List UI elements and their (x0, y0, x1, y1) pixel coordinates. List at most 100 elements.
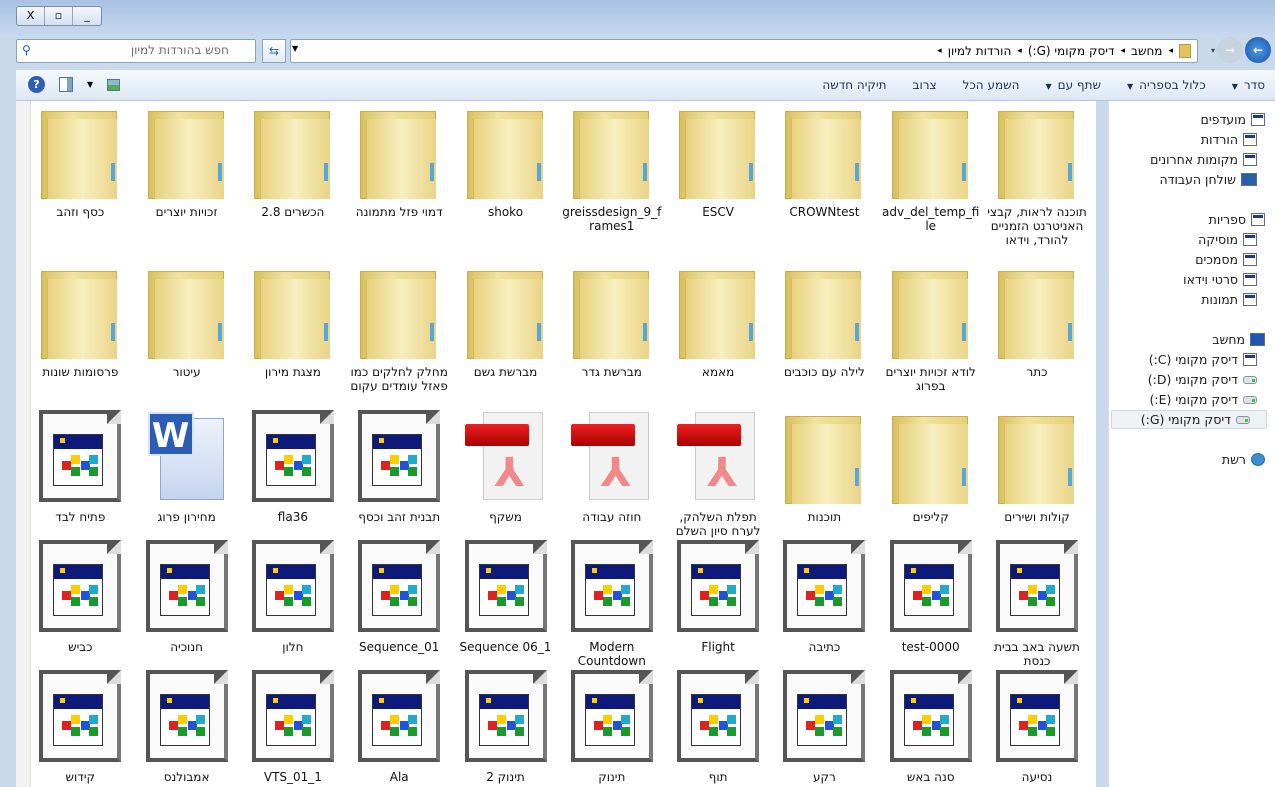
folder-item[interactable]: מברשת גדר (560, 265, 664, 379)
file-item[interactable]: תבנית זהב וכסף (347, 410, 451, 524)
folder-item[interactable]: shoko (454, 105, 558, 219)
folder-icon (677, 105, 759, 201)
sidebar-item-desktop[interactable]: שולחן העבודה (1159, 172, 1257, 187)
preview-pane-button[interactable] (59, 77, 73, 92)
file-item[interactable]: תשעה באב בבית כנסת (985, 540, 1089, 668)
play-all-button[interactable]: השמע הכל (963, 78, 1020, 92)
folder-item[interactable]: מצגת מירון (241, 265, 345, 379)
folder-item[interactable]: הכשרים 2.8 (241, 105, 345, 219)
folder-item[interactable]: מברשת גשם (454, 265, 558, 379)
file-item[interactable]: ⅄ חוזה עבודה (560, 410, 664, 524)
file-item[interactable]: ⅄ משקף (454, 410, 558, 524)
file-item[interactable]: קידוש (28, 670, 132, 784)
folder-item[interactable]: פרסומות שונות (28, 265, 132, 379)
breadcrumb-computer[interactable]: מחשב (1131, 44, 1162, 58)
sidebar-libraries[interactable]: ספריות (1209, 212, 1265, 227)
help-button[interactable]: ? (28, 76, 45, 93)
burn-button[interactable]: צרוב (913, 78, 937, 92)
folder-item[interactable]: דמוי פזל מתמונה (347, 105, 451, 219)
item-label: תוף (708, 770, 728, 784)
file-item[interactable]: VTS_01_1 (241, 670, 345, 784)
folder-item[interactable]: greissdesign_9_frames1 (560, 105, 664, 233)
address-bar[interactable]: ◂ מחשב ◂ דיסק מקומי (G:) ◂ הורדות למיון … (290, 39, 1198, 63)
file-item[interactable]: W מחירון פרוג (135, 410, 239, 524)
file-item[interactable]: Ala (347, 670, 451, 784)
file-item[interactable]: תוף (666, 670, 770, 784)
file-item[interactable]: תינוק 2 (454, 670, 558, 784)
search-input[interactable]: חפש בהורדות למיון ⚲ (16, 39, 256, 63)
sidebar-label: דיסק מקומי (D:) (1147, 372, 1238, 387)
file-item[interactable]: כביש (28, 540, 132, 654)
drive-icon (1243, 353, 1257, 366)
back-button[interactable]: ← (1245, 37, 1271, 63)
file-item[interactable]: פתיח לבד (28, 410, 132, 524)
folder-item[interactable]: CROWNtest (772, 105, 876, 219)
drive-icon (1236, 415, 1250, 424)
breadcrumb-drive-g[interactable]: דיסק מקומי (G:) (1028, 44, 1115, 58)
folder-item[interactable]: adv_del_temp_file (879, 105, 983, 233)
app-icon (570, 670, 653, 766)
refresh-button[interactable]: ⇆ (262, 39, 286, 63)
sidebar-item-drive-g[interactable]: דיסק מקומי (G:) (1111, 410, 1267, 429)
sidebar-label: דיסק מקומי (C:) (1148, 352, 1238, 367)
folder-item[interactable]: לילה עם כוכבים (772, 265, 876, 379)
minimize-button[interactable]: _ (73, 7, 101, 25)
folder-item[interactable]: כסף וזהב (28, 105, 132, 219)
share-with-button[interactable]: שתף עם ▼ (1045, 78, 1101, 92)
sidebar-item-drive-c[interactable]: דיסק מקומי (C:) (1149, 352, 1257, 367)
folder-item[interactable]: קליפים (879, 410, 983, 524)
sidebar-item-documents[interactable]: מסמכים (1195, 252, 1257, 267)
sidebar-item-pictures[interactable]: תמונות (1201, 292, 1257, 307)
item-label: מברשת גדר (581, 365, 642, 379)
file-item[interactable]: Flight (666, 540, 770, 654)
folder-item[interactable]: כתר (985, 265, 1089, 379)
file-item[interactable]: ⅄ תפלת השלהק, לערח סיון השלם (666, 410, 770, 538)
drive-icon (1243, 395, 1257, 404)
folder-item[interactable]: זכויות יוצרים (135, 105, 239, 219)
address-dropdown-icon[interactable]: ▼ (292, 44, 298, 53)
change-view-icon[interactable] (107, 78, 121, 91)
new-folder-button[interactable]: תיקיה חדשה (822, 78, 886, 92)
file-item[interactable]: Modern Countdown (560, 540, 664, 668)
folder-item[interactable]: תוכנה לראות, קבצי האניטרנט הזמניים להורד… (985, 105, 1089, 247)
organize-button[interactable]: סדר ▼ (1232, 78, 1265, 92)
file-item[interactable]: אמבולנס (135, 670, 239, 784)
sidebar-favorites[interactable]: מועדפים (1201, 112, 1265, 127)
sidebar-item-videos[interactable]: סרטי וידאו (1183, 272, 1257, 287)
recent-pages-dropdown[interactable]: ▾ (1211, 46, 1215, 55)
folder-item[interactable]: לודא זכויות יוצרים בפרוג (879, 265, 983, 393)
folder-item[interactable]: מחלק לחלקים כמו פאזל עומדים עקום (347, 265, 451, 393)
file-item[interactable]: Sequence_01 (347, 540, 451, 654)
forward-button[interactable]: → (1217, 37, 1243, 63)
file-item[interactable]: test-0000 (879, 540, 983, 654)
view-options-dropdown[interactable]: ▼ (87, 80, 93, 89)
folder-item[interactable]: מאמא (666, 265, 770, 379)
sidebar-item-downloads[interactable]: הורדות (1201, 132, 1257, 147)
sidebar-label: מסמכים (1195, 252, 1238, 267)
folder-icon (1179, 44, 1191, 58)
file-item[interactable]: נסיעה (985, 670, 1089, 784)
file-item[interactable]: תינוק (560, 670, 664, 784)
sidebar-item-drive-e[interactable]: דיסק מקומי (E:) (1150, 392, 1257, 407)
file-item[interactable]: Sequence 06_1 (454, 540, 558, 654)
app-icon (464, 670, 547, 766)
maximize-button[interactable]: ▫ (45, 7, 73, 25)
sidebar-computer[interactable]: מחשב (1212, 332, 1265, 347)
sidebar-item-drive-d[interactable]: דיסק מקומי (D:) (1148, 372, 1257, 387)
include-in-library-button[interactable]: כלול בספריה ▼ (1127, 78, 1206, 92)
sidebar-item-music[interactable]: מוסיקה (1198, 232, 1257, 247)
file-item[interactable]: fla36 (241, 410, 345, 524)
file-item[interactable]: כתיבה (772, 540, 876, 654)
sidebar-network[interactable]: רשת (1222, 452, 1265, 467)
sidebar-item-recent-places[interactable]: מקומות אחרונים (1150, 152, 1257, 167)
file-item[interactable]: סנה באש (879, 670, 983, 784)
breadcrumb-current-folder[interactable]: הורדות למיון (948, 44, 1012, 58)
file-item[interactable]: רקע (772, 670, 876, 784)
file-item[interactable]: חלון (241, 540, 345, 654)
folder-item[interactable]: עיטור (135, 265, 239, 379)
folder-item[interactable]: תוכנות (772, 410, 876, 524)
file-item[interactable]: חנוכיה (135, 540, 239, 654)
close-button[interactable]: X (17, 7, 45, 25)
folder-item[interactable]: קולות ושירים (985, 410, 1089, 524)
folder-item[interactable]: ESCV (666, 105, 770, 219)
